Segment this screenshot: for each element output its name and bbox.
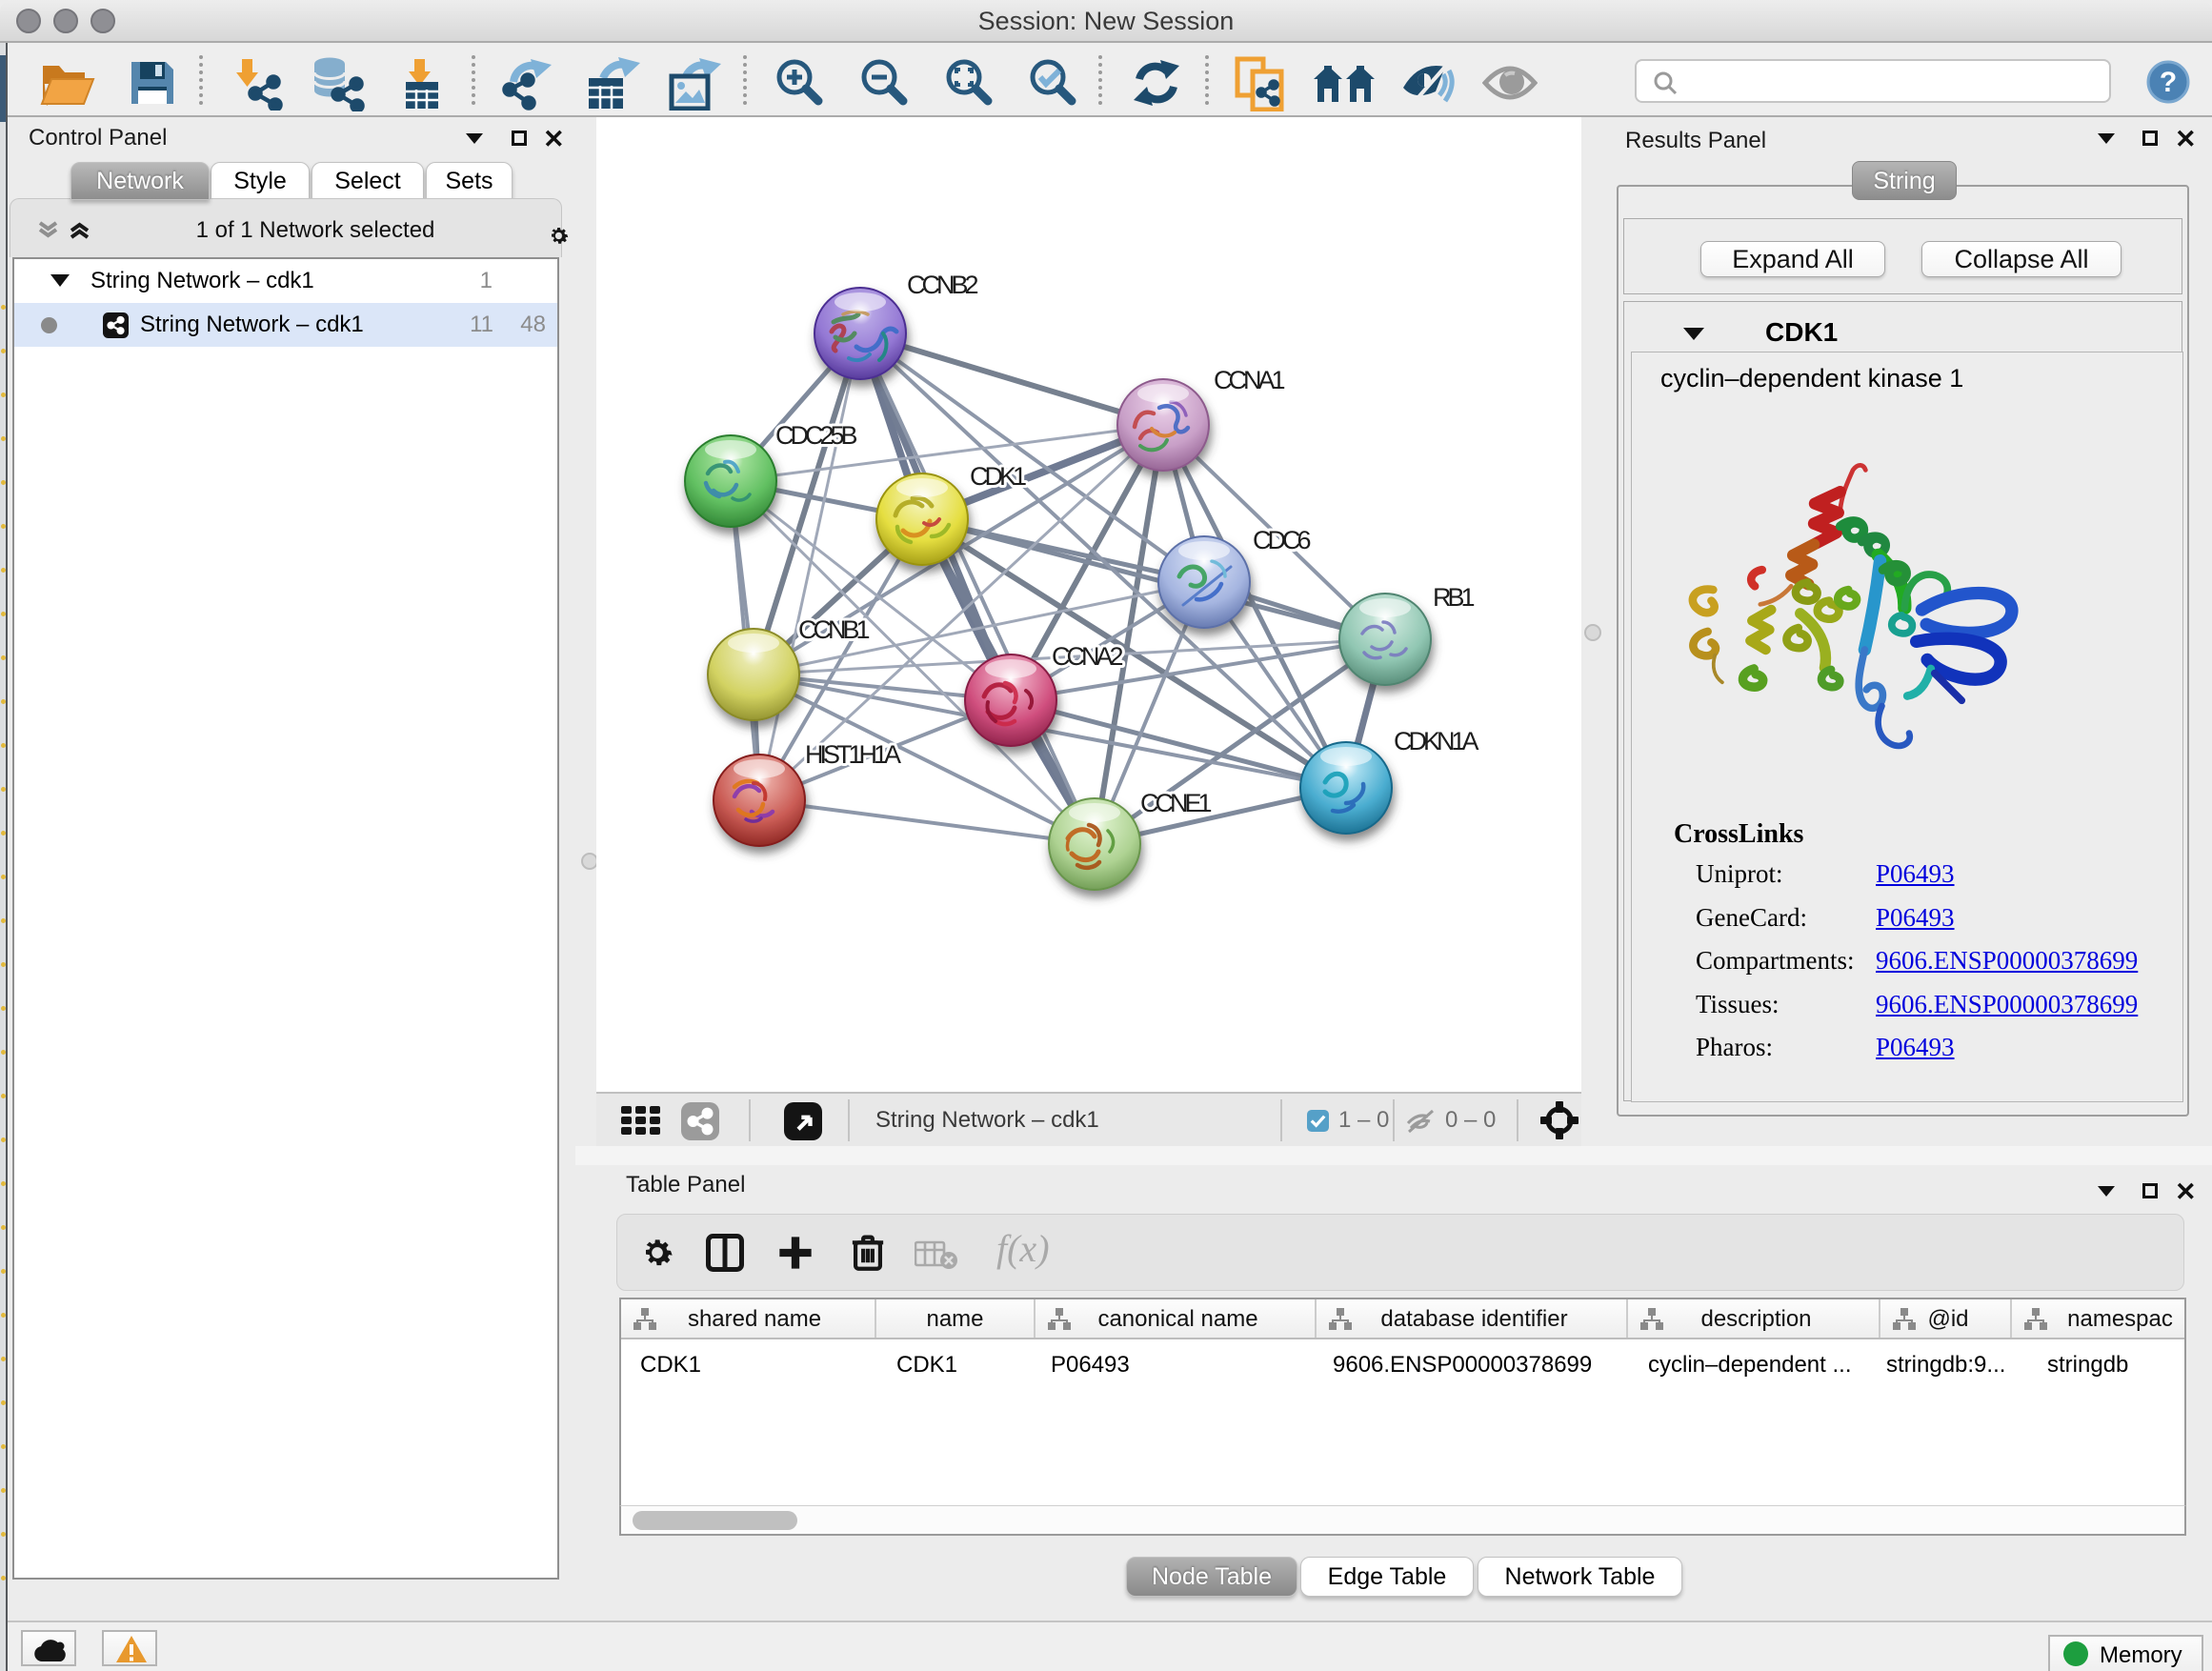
svg-text:CCNB1: CCNB1	[798, 615, 870, 644]
svg-text:RB1: RB1	[1433, 583, 1475, 612]
svg-text:CCNE1: CCNE1	[1140, 789, 1212, 817]
svg-text:CDC25B: CDC25B	[775, 421, 857, 450]
svg-text:CDK1: CDK1	[970, 462, 1026, 491]
svg-text:CDKN1A: CDKN1A	[1394, 727, 1479, 755]
svg-text:CCNA1: CCNA1	[1214, 366, 1285, 394]
svg-text:HIST1H1A: HIST1H1A	[805, 740, 901, 769]
svg-text:?: ?	[2160, 67, 2177, 98]
svg-text:CDC6: CDC6	[1253, 526, 1310, 554]
svg-text:CCNB2: CCNB2	[907, 271, 978, 299]
svg-text:CCNA2: CCNA2	[1052, 642, 1123, 671]
